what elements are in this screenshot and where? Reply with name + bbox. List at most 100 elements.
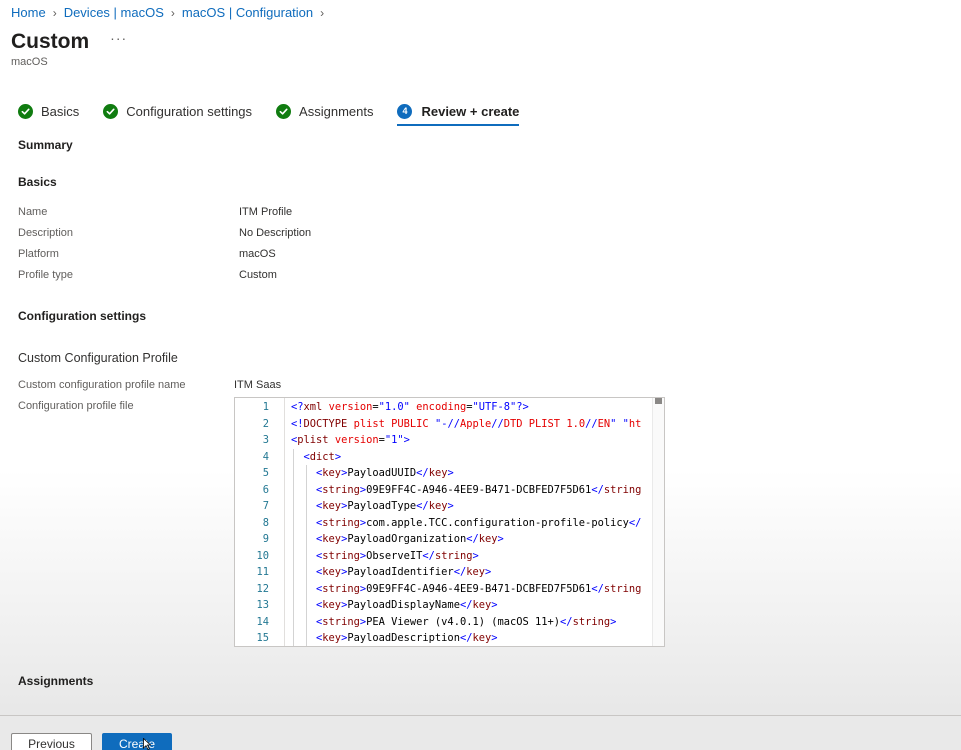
code-token: PayloadIdentifier xyxy=(347,566,454,578)
code-token: </ xyxy=(459,599,473,611)
code-line: <key>PayloadType</key> xyxy=(291,498,454,515)
line-number: 1 xyxy=(262,401,269,413)
scrollbar-thumb[interactable] xyxy=(655,398,662,404)
code-token: // xyxy=(491,417,504,430)
code-token: > xyxy=(447,500,454,512)
code-token: key xyxy=(472,599,492,611)
step-label: Assignments xyxy=(299,103,374,119)
chevron-right-icon: › xyxy=(170,5,175,20)
code-token: PayloadType xyxy=(347,500,417,512)
code-content[interactable]: <?xml version="1.0" encoding="UTF-8"?> <!… xyxy=(286,398,652,646)
code-token: version xyxy=(328,401,373,413)
code-token: 09E9FF4C-A946-4EE9-B471-DCBFED7F5D61 xyxy=(366,483,592,496)
title-row: Custom ··· xyxy=(11,30,127,54)
code-token: </ xyxy=(422,549,435,562)
code-token: </ xyxy=(591,483,604,496)
code-token: </ xyxy=(628,516,642,529)
line-number-gutter: 1 2 3 4 5 6 7 8 9 10 11 12 13 14 15 xyxy=(235,398,285,646)
line-number: 10 xyxy=(256,549,269,562)
checkmark-icon xyxy=(103,103,119,119)
code-token: Apple xyxy=(459,417,492,430)
code-token: DTD PLIST 1.0 xyxy=(503,417,586,430)
code-token: string xyxy=(322,483,360,496)
code-token: key xyxy=(428,467,448,479)
code-line: <key>PayloadDisplayName</key> xyxy=(291,597,497,614)
code-token: > xyxy=(403,434,410,446)
line-number: 6 xyxy=(262,483,269,496)
step-number-badge: 4 xyxy=(397,103,413,119)
code-token: version xyxy=(334,434,379,446)
field-value-name: ITM Profile xyxy=(239,206,293,218)
line-number: 2 xyxy=(262,417,269,430)
code-token: </ xyxy=(560,615,573,628)
configuration-settings-heading: Configuration settings xyxy=(18,309,146,323)
code-token: "-// xyxy=(434,417,460,430)
code-token: > xyxy=(485,566,492,578)
code-token: PayloadUUID xyxy=(347,467,417,479)
code-line: <key>PayloadDescription</key> xyxy=(291,630,497,646)
indent-guide xyxy=(306,465,307,646)
code-token: // xyxy=(585,417,598,430)
code-token: dict xyxy=(309,450,335,463)
code-token: string xyxy=(322,549,360,562)
code-token: string xyxy=(322,516,360,529)
breadcrumb-macos-configuration[interactable]: macOS | Configuration xyxy=(182,5,313,20)
page-title: Custom xyxy=(11,30,90,53)
code-token: key xyxy=(322,533,342,545)
code-line: <dict> xyxy=(291,449,342,466)
step-configuration-settings[interactable]: Configuration settings xyxy=(103,100,252,122)
step-review-create[interactable]: 4 Review + create xyxy=(397,100,520,126)
create-button[interactable]: Create xyxy=(102,733,172,750)
code-line: <?xml version="1.0" encoding="UTF-8"?> xyxy=(291,399,529,416)
code-token: EN xyxy=(597,417,611,430)
breadcrumb-home[interactable]: Home xyxy=(11,5,46,20)
code-token: key xyxy=(322,500,342,512)
code-token: ?> xyxy=(516,401,529,413)
code-line: <string>09E9FF4C-A946-4EE9-B471-DCBFED7F… xyxy=(291,581,641,598)
more-options-icon[interactable]: ··· xyxy=(110,30,127,46)
step-label: Basics xyxy=(41,103,80,119)
step-basics[interactable]: Basics xyxy=(18,100,79,122)
code-token: <? xyxy=(291,401,304,413)
profile-file-code-viewer[interactable]: 1 2 3 4 5 6 7 8 9 10 11 12 13 14 15 <?xml version="1.0… xyxy=(234,397,665,647)
code-token: key xyxy=(478,533,498,545)
code-token: key xyxy=(322,467,342,479)
line-number: 12 xyxy=(256,582,269,595)
code-token: PEA Viewer (v4.0.1) (macOS 11+) xyxy=(366,615,561,628)
step-assignments[interactable]: Assignments xyxy=(276,100,373,122)
mouse-cursor-icon xyxy=(143,738,151,750)
code-token: PUBLIC xyxy=(391,417,429,430)
code-line: <string>09E9FF4C-A946-4EE9-B471-DCBFED7F… xyxy=(291,482,641,499)
code-token: string xyxy=(322,615,360,628)
code-token: ht xyxy=(628,417,642,430)
chevron-right-icon: › xyxy=(52,5,57,20)
step-label: Review + create xyxy=(421,103,520,119)
chevron-right-icon: › xyxy=(320,5,325,20)
summary-heading: Summary xyxy=(18,138,73,152)
code-token: xml xyxy=(303,401,323,413)
code-token: </ xyxy=(459,632,473,644)
code-token: key xyxy=(322,632,342,644)
vertical-scrollbar[interactable] xyxy=(652,398,664,646)
code-token: key xyxy=(322,566,342,578)
line-number: 13 xyxy=(256,599,269,611)
code-token: </ xyxy=(416,467,429,479)
breadcrumb-devices-macos[interactable]: Devices | macOS xyxy=(64,5,164,20)
step-label: Configuration settings xyxy=(126,103,253,119)
field-label-profile-name: Custom configuration profile name xyxy=(18,379,186,391)
previous-button[interactable]: Previous xyxy=(11,733,92,750)
code-line: <string>com.apple.TCC.configuration-prof… xyxy=(291,515,641,532)
field-label-name: Name xyxy=(18,206,48,218)
code-line: <string>PEA Viewer (v4.0.1) (macOS 11+)<… xyxy=(291,614,616,631)
code-line: <!DOCTYPE plist PUBLIC "-//Apple//DTD PL… xyxy=(291,416,641,433)
code-token: plist xyxy=(353,417,385,430)
code-line: <plist version="1"> xyxy=(291,432,410,449)
code-token: > xyxy=(472,549,479,562)
code-line: <key>PayloadUUID</key> xyxy=(291,465,454,482)
